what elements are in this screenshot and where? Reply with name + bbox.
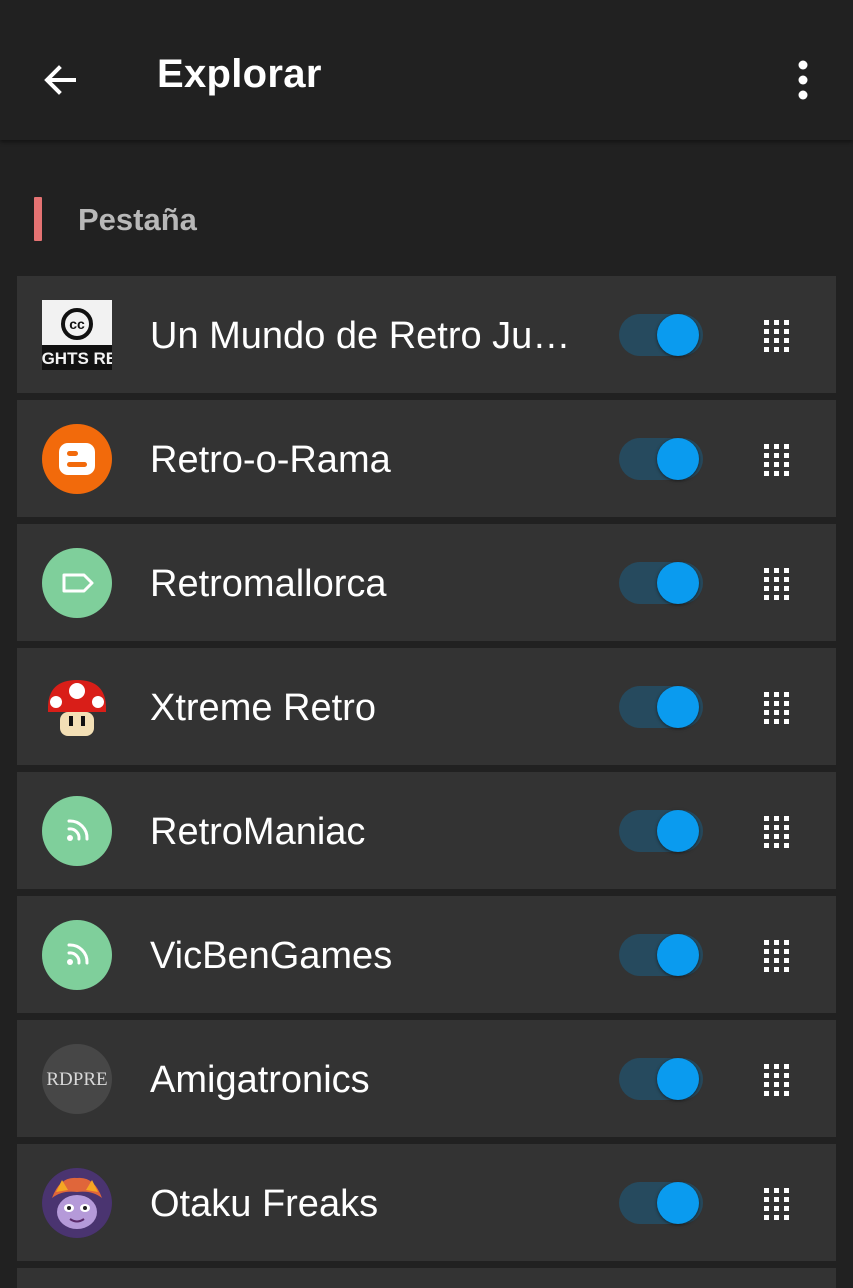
wordpress-logo-icon: RDPRE [42,1044,112,1114]
drag-handle-icon [764,1064,789,1096]
list-item[interactable]: Retro-o-Rama [17,400,836,517]
toggle-thumb [657,314,699,356]
drag-handle[interactable] [757,440,797,480]
section-header: Pestaña [0,192,853,248]
feed-name: Amigatronics [150,1059,370,1101]
toggle-thumb [657,562,699,604]
drag-handle-icon [764,940,789,972]
arrow-back-icon [44,65,76,95]
feed-toggle[interactable] [619,559,703,607]
drag-handle[interactable] [757,316,797,356]
creative-commons-logo-icon: cc IGHTS RE [42,300,112,370]
list-item[interactable]: Otaku Freaks [17,1144,836,1261]
svg-text:cc: cc [69,316,85,332]
toggle-thumb [657,438,699,480]
rss-icon [42,920,112,990]
feed-toggle[interactable] [619,931,703,979]
toggle-thumb [657,686,699,728]
toggle-thumb [657,1058,699,1100]
feed-toggle[interactable] [619,807,703,855]
feed-list: cc IGHTS RE Un Mundo de Retro Juegos Ret… [17,276,836,1268]
more-vert-icon [798,60,808,100]
feed-name: Xtreme Retro [150,687,376,729]
feed-toggle[interactable] [619,311,703,359]
drag-handle-icon [764,816,789,848]
feed-toggle[interactable] [619,435,703,483]
list-item[interactable]: Retromallorca [17,524,836,641]
drag-handle[interactable] [757,1184,797,1224]
drag-handle[interactable] [757,812,797,852]
drag-handle-icon [764,568,789,600]
blogger-logo-icon [42,424,112,494]
feed-name: Retro-o-Rama [150,439,391,481]
svg-text:RDPRE: RDPRE [46,1069,107,1090]
section-title: Pestaña [78,202,197,237]
list-item[interactable]: RDPRE Amigatronics [17,1020,836,1137]
rss-icon [42,796,112,866]
toggle-thumb [657,810,699,852]
list-item[interactable]: VicBenGames [17,896,836,1013]
app-bar: Explorar [0,0,853,140]
list-item[interactable]: Xtreme Retro [17,648,836,765]
drag-handle[interactable] [757,688,797,728]
drag-handle-icon [764,1188,789,1220]
back-button[interactable] [20,40,100,120]
character-avatar-icon [42,1168,112,1238]
list-item[interactable]: RetroManiac [17,772,836,889]
drag-handle-icon [764,320,789,352]
feed-name: Otaku Freaks [150,1183,379,1225]
list-item[interactable]: cc IGHTS RE Un Mundo de Retro Juegos [17,276,836,393]
svg-text:IGHTS RE: IGHTS RE [42,349,112,368]
feed-name: Retromallorca [150,563,387,605]
drag-handle[interactable] [757,936,797,976]
page-title: Explorar [157,52,322,96]
toggle-thumb [657,1182,699,1224]
section-accent-bar [34,197,42,241]
drag-handle[interactable] [757,564,797,604]
feed-name: VicBenGames [150,935,393,977]
feed-name: Un Mundo de Retro Juegos [150,315,580,357]
mushroom-icon [42,672,112,742]
drag-handle-icon [764,692,789,724]
feed-name: RetroManiac [150,811,366,853]
tag-icon [42,548,112,618]
toggle-thumb [657,934,699,976]
drag-handle-icon [764,444,789,476]
list-item-partial [17,1268,836,1288]
feed-toggle[interactable] [619,1055,703,1103]
drag-handle[interactable] [757,1060,797,1100]
feed-toggle[interactable] [619,1179,703,1227]
overflow-menu-button[interactable] [773,40,833,120]
feed-toggle[interactable] [619,683,703,731]
